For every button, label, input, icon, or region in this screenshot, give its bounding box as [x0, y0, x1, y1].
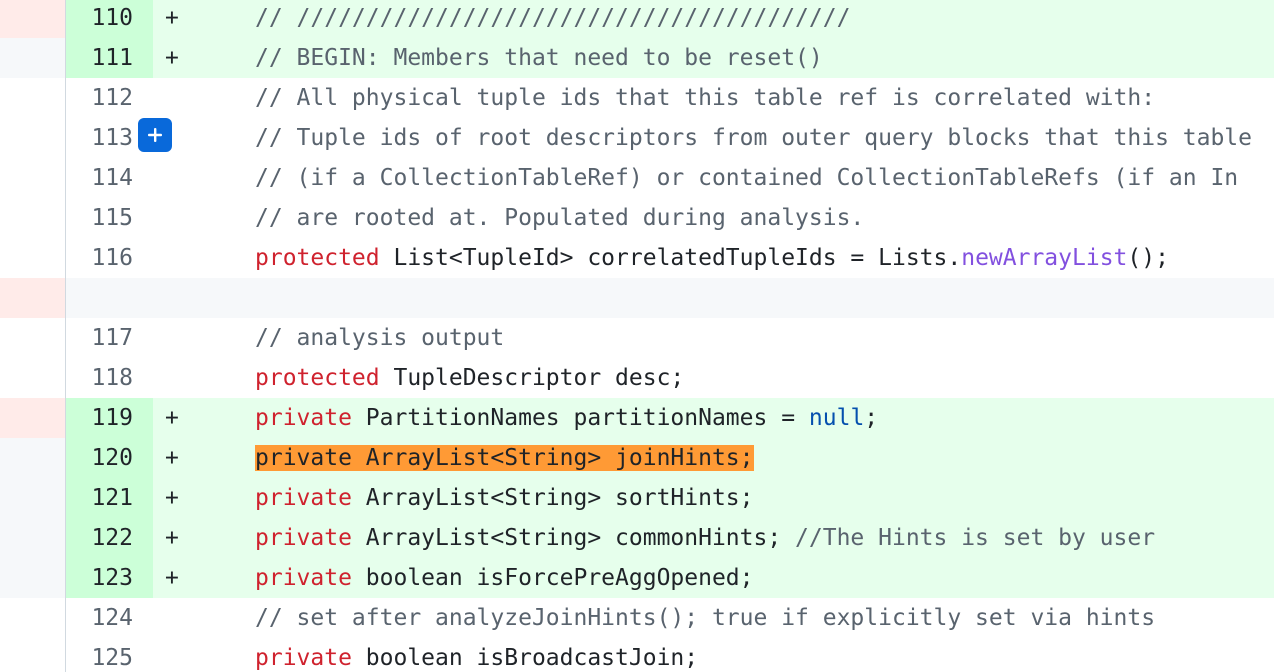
plus-icon [148, 128, 162, 142]
code-comment: // (if a CollectionTableRef) or containe… [255, 165, 1239, 191]
diff-line-context: 112 // All physical tuple ids that this … [0, 78, 1274, 118]
code-line: private ArrayList<String> commonHints; /… [255, 518, 1155, 558]
diff-line-context: 113 // Tuple ids of root descriptors fro… [0, 118, 1274, 158]
line-number[interactable]: 124 [66, 598, 153, 638]
old-line-gutter [0, 398, 66, 438]
hunk-separator [0, 278, 1274, 318]
old-line-gutter [0, 318, 66, 358]
old-line-gutter [0, 78, 66, 118]
diff-line-context: 124 // set after analyzeJoinHints(); tru… [0, 598, 1274, 638]
old-line-gutter [0, 0, 66, 38]
line-number[interactable]: 122 [66, 518, 153, 558]
code-comment: // are rooted at. Populated during analy… [255, 205, 865, 231]
function-name: newArrayList [961, 245, 1128, 271]
keyword: private [255, 645, 352, 671]
keyword: private [255, 485, 352, 511]
add-comment-button[interactable] [138, 118, 172, 152]
old-line-gutter [0, 558, 66, 598]
code-comment: // All physical tuple ids that this tabl… [255, 85, 1156, 111]
old-line-gutter [0, 158, 66, 198]
code-comment: // set after analyzeJoinHints(); true if… [255, 605, 1156, 631]
line-number[interactable]: 117 [66, 318, 153, 358]
code-line: protected List<TupleId> correlatedTupleI… [255, 238, 1169, 278]
diff-line-added: 111 + // BEGIN: Members that need to be … [0, 38, 1274, 78]
old-line-gutter [0, 358, 66, 398]
added-marker: + [165, 525, 179, 551]
diff-view: 110 + // ///////////////////////////////… [0, 0, 1274, 672]
code-line: protected TupleDescriptor desc; [255, 358, 684, 398]
old-line-gutter [0, 478, 66, 518]
old-line-gutter [0, 118, 66, 158]
old-line-gutter [0, 438, 66, 478]
diff-line-added: 122 + private ArrayList<String> commonHi… [0, 518, 1274, 558]
line-number[interactable]: 112 [66, 78, 153, 118]
old-line-gutter [0, 38, 66, 78]
code-text: ArrayList<String> commonHints; [351, 525, 796, 551]
diff-line-context: 115 // are rooted at. Populated during a… [0, 198, 1274, 238]
diff-line-context: 125 private boolean isBroadcastJoin; [0, 638, 1274, 672]
diff-line-added: 123 + private boolean isForcePreAggOpene… [0, 558, 1274, 598]
added-marker: + [165, 5, 179, 31]
code-text: boolean isForcePreAggOpened; [351, 565, 754, 591]
line-number[interactable]: 114 [66, 158, 153, 198]
diff-line-added: 120 + private ArrayList<String> joinHint… [0, 438, 1274, 478]
diff-line-context: 114 // (if a CollectionTableRef) or cont… [0, 158, 1274, 198]
code-line: private ArrayList<String> joinHints; [255, 438, 754, 478]
diff-line-context: 116 protected List<TupleId> correlatedTu… [0, 238, 1274, 278]
code-text: (); [1127, 245, 1169, 271]
keyword: protected [255, 365, 380, 391]
code-text: List<TupleId> correlatedTupleIds = Lists… [379, 245, 962, 271]
code-comment: // /////////////////////////////////////… [255, 5, 851, 31]
line-number[interactable]: 110 [66, 0, 153, 38]
diff-line-context: 118 protected TupleDescriptor desc; [0, 358, 1274, 398]
diff-line-added: 110 + // ///////////////////////////////… [0, 0, 1274, 38]
code-line: private PartitionNames partitionNames = … [255, 398, 878, 438]
keyword: private [255, 405, 352, 431]
line-number[interactable]: 118 [66, 358, 153, 398]
line-number[interactable]: 125 [66, 638, 153, 672]
diff-line-added: 121 + private ArrayList<String> sortHint… [0, 478, 1274, 518]
code-comment: // BEGIN: Members that need to be reset(… [255, 45, 823, 71]
diff-line-added: 119 + private PartitionNames partitionNa… [0, 398, 1274, 438]
code-comment: //The Hints is set by user [795, 525, 1156, 551]
selected-text-highlight[interactable]: private ArrayList<String> joinHints; [255, 445, 754, 471]
line-number[interactable]: 121 [66, 478, 153, 518]
code-text: PartitionNames partitionNames = [351, 405, 809, 431]
old-line-gutter [0, 638, 66, 672]
added-marker: + [165, 565, 179, 591]
old-line-gutter [0, 518, 66, 558]
code-text: ; [864, 405, 879, 431]
line-number[interactable]: 115 [66, 198, 153, 238]
old-line-gutter [0, 238, 66, 278]
old-line-gutter [0, 198, 66, 238]
code-comment: // Tuple ids of root descriptors from ou… [255, 125, 1252, 151]
diff-line-context: 117 // analysis output [0, 318, 1274, 358]
added-marker: + [165, 485, 179, 511]
line-number[interactable]: 116 [66, 238, 153, 278]
old-line-gutter [0, 598, 66, 638]
line-number[interactable]: 111 [66, 38, 153, 78]
code-text: TupleDescriptor desc; [379, 365, 685, 391]
code-comment: // analysis output [255, 325, 505, 351]
line-number[interactable]: 119 [66, 398, 153, 438]
literal: null [808, 405, 865, 431]
code-text: boolean isBroadcastJoin; [351, 645, 699, 671]
added-marker: + [165, 445, 179, 471]
keyword: protected [255, 245, 380, 271]
line-number[interactable]: 120 [66, 438, 153, 478]
added-marker: + [165, 405, 179, 431]
keyword: private [255, 565, 352, 591]
code-text: ArrayList<String> sortHints; [351, 485, 754, 511]
code-line: private ArrayList<String> sortHints; [255, 478, 754, 518]
added-marker: + [165, 45, 179, 71]
line-number[interactable]: 123 [66, 558, 153, 598]
keyword: private [255, 525, 352, 551]
code-line: private boolean isBroadcastJoin; [255, 638, 698, 672]
code-line: private boolean isForcePreAggOpened; [255, 558, 754, 598]
old-line-gutter [0, 278, 66, 318]
